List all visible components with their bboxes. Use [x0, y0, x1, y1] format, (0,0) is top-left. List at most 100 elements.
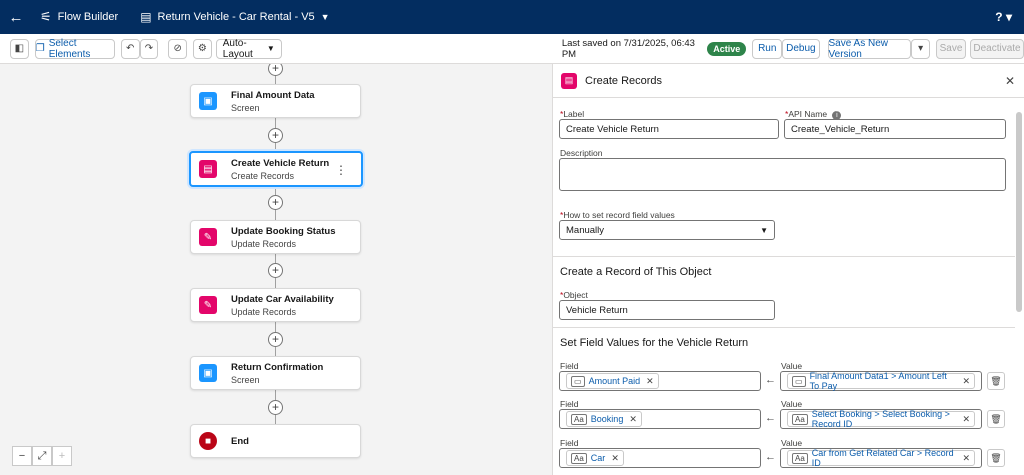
top-bar: ← ⚟ Flow Builder ▤ Return Vehicle - Car … — [0, 0, 1024, 34]
properties-panel: ▤ Create Records ✕ *Label Create Vehicle… — [552, 64, 1024, 475]
flow-builder-icon: ⚟ — [40, 9, 52, 24]
flow-node-create-vehicle-return[interactable]: ▤ Create Vehicle Return Create Records ⋮ — [189, 151, 363, 187]
flow-node-return-confirmation[interactable]: ▣ Return Confirmation Screen — [190, 356, 361, 390]
flow-node-final-amount-data[interactable]: ▣ Final Amount Data Screen — [190, 84, 361, 118]
toolbar: ◧ ❐ Select Elements ↶ ↷ ⊘ ⚙ Auto-Layout … — [0, 34, 1024, 64]
remove-icon[interactable]: ✕ — [611, 453, 619, 464]
value-type-icon: Aa — [792, 452, 808, 464]
value-type-icon: Aa — [792, 413, 808, 425]
field-type-icon: ▭ — [571, 375, 585, 387]
toggle-panel-icon[interactable]: ◧ — [10, 38, 29, 59]
arrow-left-icon: ← — [765, 374, 776, 386]
zoom-in-icon[interactable]: + — [52, 446, 72, 466]
save-button[interactable]: Save — [936, 38, 966, 59]
value-pill[interactable]: Aa Car from Get Related Car > Record ID ✕ — [787, 448, 975, 468]
fit-view-icon[interactable]: ⤢ — [32, 446, 52, 466]
value-label: Value — [781, 438, 803, 448]
value-combobox[interactable]: Aa Car from Get Related Car > Record ID ✕ — [780, 448, 982, 468]
object-field-label: *Object — [560, 290, 588, 300]
add-element-icon[interactable]: + — [268, 128, 283, 143]
delete-icon[interactable]: 🗑 — [987, 410, 1005, 428]
field-type-icon: Aa — [571, 413, 587, 425]
chevron-down-icon[interactable]: ▾ — [911, 38, 931, 59]
chevron-down-icon[interactable]: ▼ — [321, 12, 330, 22]
section-divider — [553, 327, 1015, 328]
last-saved-text: Last saved on 7/31/2025, 06:43 PM — [561, 37, 695, 60]
section-divider — [553, 256, 1015, 257]
save-as-new-version-button[interactable]: Save As New Version — [827, 38, 912, 60]
field-type-icon: Aa — [571, 452, 587, 464]
description-field-label: Description — [560, 148, 603, 158]
add-element-icon[interactable]: + — [268, 64, 283, 76]
create-records-icon: ▤ — [561, 72, 577, 89]
value-label: Value — [781, 399, 803, 409]
select-elements-icon: ❐ — [35, 43, 45, 54]
value-combobox[interactable]: ▭ Final Amount Data1 > Amount Left To Pay… — [780, 371, 982, 391]
how-to-set-select[interactable]: Manually ▼ — [559, 220, 775, 240]
flow-canvas[interactable]: + ▣ Final Amount Data Screen + ▤ Create … — [0, 64, 552, 475]
remove-icon[interactable]: ✕ — [962, 414, 970, 425]
remove-icon[interactable]: ✕ — [646, 376, 654, 387]
value-label: Value — [781, 361, 803, 371]
more-actions-icon[interactable]: ⋮ — [335, 163, 347, 177]
arrow-left-icon: ← — [765, 412, 776, 424]
field-pill[interactable]: Aa Booking ✕ — [566, 411, 642, 427]
end-icon: ■ — [199, 432, 217, 450]
update-records-icon: ✎ — [199, 296, 217, 314]
value-combobox[interactable]: Aa Select Booking > Select Booking > Reco… — [780, 409, 982, 429]
redo-icon[interactable]: ↷ — [139, 38, 159, 59]
add-element-icon[interactable]: + — [268, 332, 283, 347]
value-pill[interactable]: Aa Select Booking > Select Booking > Reco… — [787, 409, 975, 429]
deactivate-button[interactable]: Deactivate — [969, 38, 1024, 59]
flow-node-end[interactable]: ■ End — [190, 424, 361, 458]
label-field-label: *Label — [560, 109, 585, 119]
undo-icon[interactable]: ↶ — [120, 38, 140, 59]
field-combobox[interactable]: ▭ Amount Paid ✕ — [559, 371, 761, 391]
how-to-set-label: *How to set record field values — [560, 210, 675, 220]
gear-icon[interactable]: ⚙ — [193, 38, 212, 59]
flow-node-update-booking-status[interactable]: ✎ Update Booking Status Update Records — [190, 220, 361, 254]
field-label: Field — [560, 361, 579, 371]
flow-node-update-car-availability[interactable]: ✎ Update Car Availability Update Records — [190, 288, 361, 322]
help-icon[interactable]: ? ▾ — [995, 10, 1012, 24]
field-combobox[interactable]: Aa Car ✕ — [559, 448, 761, 468]
object-input[interactable]: Vehicle Return — [559, 300, 775, 320]
add-element-icon[interactable]: + — [268, 195, 283, 210]
add-element-icon[interactable]: + — [268, 263, 283, 278]
create-record-section-title: Create a Record of This Object — [560, 266, 712, 278]
layout-select[interactable]: Auto-Layout ▼ — [215, 38, 282, 60]
field-pill[interactable]: Aa Car ✕ — [566, 450, 624, 466]
chevron-down-icon: ▼ — [760, 225, 768, 235]
zoom-controls: − ⤢ + — [12, 446, 72, 466]
remove-icon[interactable]: ✕ — [629, 414, 637, 425]
field-combobox[interactable]: Aa Booking ✕ — [559, 409, 761, 429]
remove-icon[interactable]: ✕ — [962, 376, 970, 387]
value-pill[interactable]: ▭ Final Amount Data1 > Amount Left To Pay… — [787, 371, 975, 391]
field-label: Field — [560, 438, 579, 448]
debug-button[interactable]: Debug — [782, 38, 820, 59]
zoom-out-icon[interactable]: − — [12, 446, 32, 466]
api-name-input[interactable]: Create_Vehicle_Return — [784, 119, 1006, 139]
close-icon[interactable]: ✕ — [1005, 74, 1015, 88]
field-pill[interactable]: ▭ Amount Paid ✕ — [566, 373, 659, 389]
panel-header: ▤ Create Records ✕ — [553, 64, 1024, 98]
add-element-icon[interactable]: + — [268, 400, 283, 415]
update-records-icon: ✎ — [199, 228, 217, 246]
scrollbar[interactable] — [1016, 112, 1022, 312]
screen-icon: ▣ — [199, 364, 217, 382]
status-badge: Active — [707, 41, 747, 56]
cancel-icon[interactable]: ⊘ — [168, 38, 188, 59]
remove-icon[interactable]: ✕ — [962, 453, 970, 464]
back-arrow-icon[interactable]: ← — [2, 9, 30, 26]
description-textarea[interactable] — [559, 158, 1006, 191]
delete-icon[interactable]: 🗑 — [987, 372, 1005, 390]
label-input[interactable]: Create Vehicle Return — [559, 119, 779, 139]
create-records-icon: ▤ — [199, 160, 217, 178]
delete-icon[interactable]: 🗑 — [987, 449, 1005, 467]
screen-icon: ▣ — [199, 92, 217, 110]
flow-name[interactable]: Return Vehicle - Car Rental - V5 — [158, 11, 315, 23]
field-label: Field — [560, 399, 579, 409]
app-label: Flow Builder — [57, 11, 119, 23]
select-elements-button[interactable]: ❐ Select Elements — [34, 38, 115, 60]
run-button[interactable]: Run — [752, 38, 783, 59]
